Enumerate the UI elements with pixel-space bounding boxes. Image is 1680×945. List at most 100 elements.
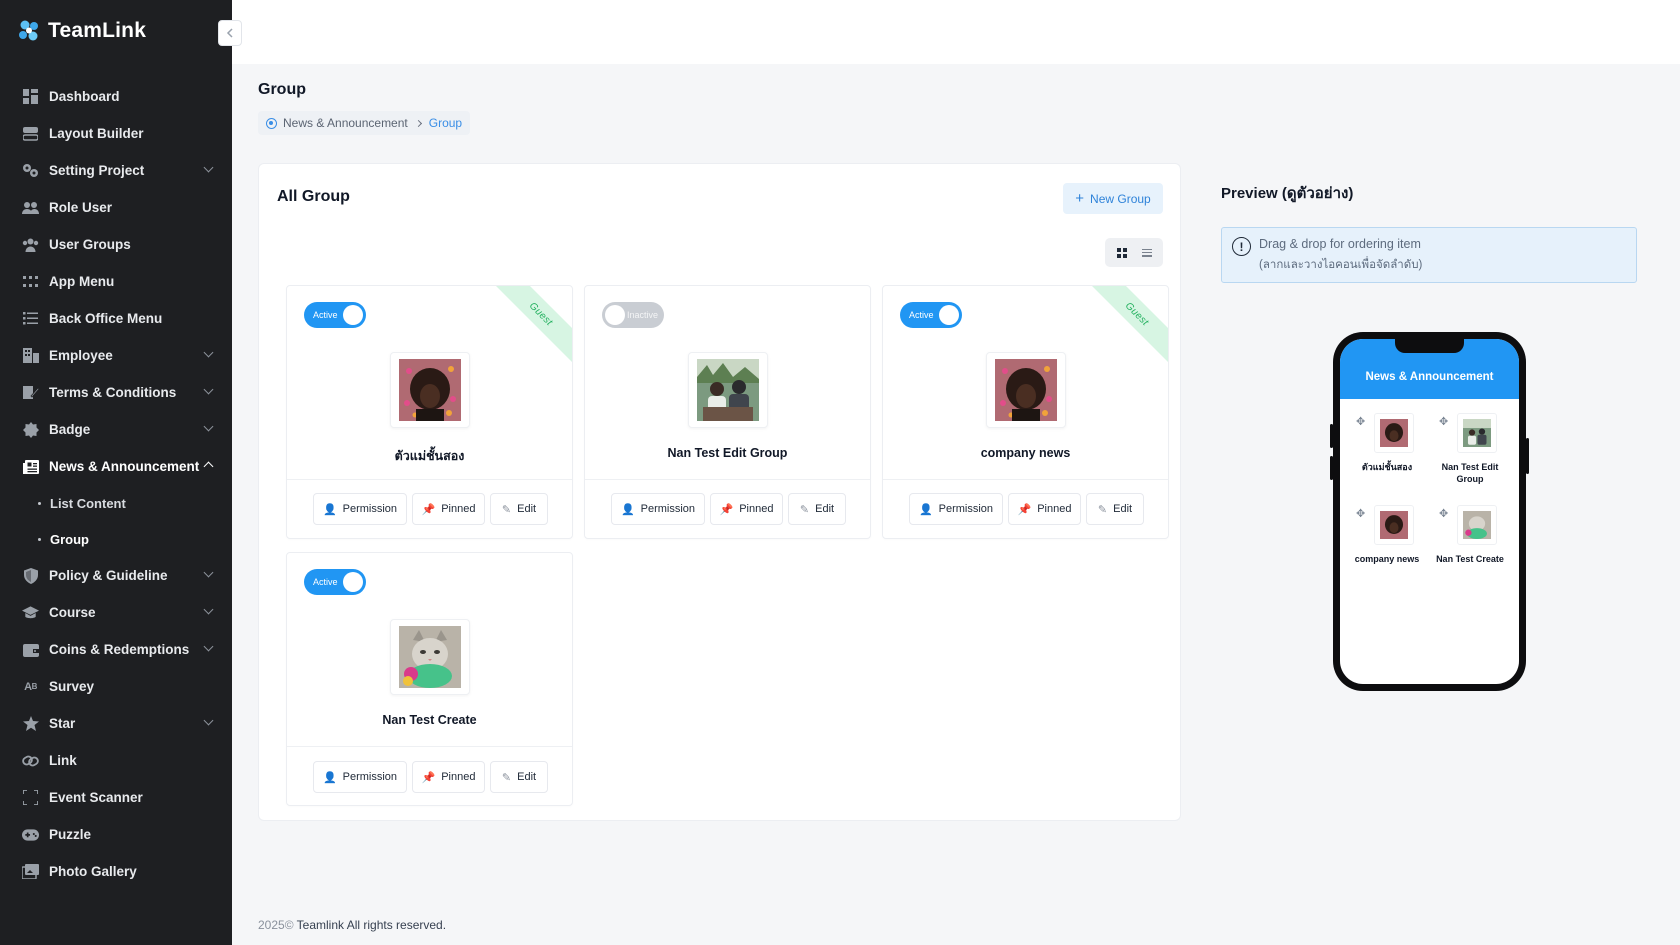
sidebar-item-label: Employee (49, 348, 113, 363)
sidebar-item-link[interactable]: Link (0, 742, 232, 779)
drag-handle-icon[interactable]: ✥ (1356, 415, 1365, 428)
sidebar-subitem-label: Group (50, 531, 89, 547)
new-group-button[interactable]: + New Group (1063, 183, 1163, 214)
pinned-button[interactable]: 📌 Pinned (1008, 493, 1081, 525)
sidebar-collapse-button[interactable] (218, 20, 242, 46)
portrait-image (995, 359, 1057, 421)
chevron-down-icon (203, 567, 214, 578)
sidebar-item-label: User Groups (49, 237, 131, 252)
newspaper-icon (22, 458, 39, 475)
group-name: company news (980, 446, 1071, 460)
bullet-icon (38, 537, 41, 541)
breadcrumb-home-icon (266, 117, 277, 129)
pin-icon: 📌 (1017, 503, 1032, 516)
sidebar-item-event-scanner[interactable]: Event Scanner (0, 779, 232, 816)
sidebar-item-badge[interactable]: Badge (0, 411, 232, 448)
sidebar-item-user-groups[interactable]: User Groups (0, 226, 232, 263)
group-card[interactable]: Active Guest company news 👤 Permission 📌 P… (882, 285, 1169, 539)
group-name: Nan Test Create (382, 713, 477, 727)
chevron-down-icon (203, 384, 214, 395)
divider (287, 746, 572, 747)
cat-image (1463, 511, 1491, 539)
pinned-button[interactable]: 📌 Pinned (710, 493, 783, 525)
view-toggle (1105, 238, 1163, 267)
phone-button (1330, 424, 1333, 448)
group-card[interactable]: Inactive Nan Test Edit Group 👤 Permission… (584, 285, 871, 539)
status-toggle[interactable]: Active (304, 569, 366, 595)
permission-button[interactable]: 👤 Permission (611, 493, 705, 525)
guest-ribbon: Guest (492, 286, 572, 366)
edit-label: Edit (1113, 503, 1133, 515)
bullet-icon (38, 501, 41, 505)
drag-handle-icon[interactable]: ✥ (1356, 507, 1365, 520)
edit-label: Edit (517, 503, 537, 515)
phone-button (1330, 456, 1333, 480)
footer: 2025© Teamlink All rights reserved. (258, 918, 446, 932)
sidebar-item-layout-builder[interactable]: Layout Builder (0, 115, 232, 152)
edit-button[interactable]: ✎ Edit (1086, 493, 1144, 525)
divider (287, 479, 572, 480)
drag-handle-icon[interactable]: ✥ (1439, 507, 1448, 520)
breadcrumb-item-news-announcement[interactable]: News & Announcement (283, 116, 408, 130)
sidebar-item-coins-redemptions[interactable]: Coins & Redemptions (0, 631, 232, 668)
group-image-frame (688, 352, 768, 428)
ribbon-label: Guest (492, 286, 572, 365)
sidebar-item-news-announcement[interactable]: News & Announcement (0, 448, 232, 485)
toggle-knob (343, 305, 363, 325)
sidebar-item-photo-gallery[interactable]: Photo Gallery (0, 853, 232, 890)
card-actions: 👤 Permission 📌 Pinned ✎ Edit (611, 493, 846, 525)
sidebar-item-app-menu[interactable]: App Menu (0, 263, 232, 300)
group-card[interactable]: Active Guest ตัวแม่ชั้นสอง 👤 Permission 📌… (286, 285, 573, 539)
pinned-label: Pinned (739, 503, 774, 515)
sidebar-item-label: Setting Project (49, 163, 145, 178)
pinned-button[interactable]: 📌 Pinned (412, 761, 485, 793)
status-toggle[interactable]: Active (304, 302, 366, 328)
sidebar-item-puzzle[interactable]: Puzzle (0, 816, 232, 853)
sidebar-item-label: Terms & Conditions (49, 385, 177, 400)
panel-title: All Group (277, 188, 350, 205)
drag-handle-icon[interactable]: ✥ (1439, 415, 1448, 428)
sidebar-item-label: Policy & Guideline (49, 568, 168, 583)
permission-button[interactable]: 👤 Permission (313, 493, 407, 525)
toggle-knob (343, 572, 363, 592)
footer-text: Teamlink All rights reserved. (296, 918, 447, 932)
phone-notch (1395, 339, 1464, 353)
sidebar-subitem-list-content[interactable]: List Content (0, 485, 232, 521)
edit-button[interactable]: ✎ Edit (788, 493, 846, 525)
edit-button[interactable]: ✎ Edit (490, 493, 548, 525)
sidebar-item-label: Role User (49, 200, 113, 215)
sidebar-item-employee[interactable]: Employee (0, 337, 232, 374)
images-icon (22, 863, 39, 880)
sidebar-item-course[interactable]: Course (0, 594, 232, 631)
edit-button[interactable]: ✎ Edit (490, 761, 548, 793)
phone-screen: News & Announcement ✥ ตัวแม่ชั้นสอง ✥ Na… (1340, 339, 1519, 684)
status-toggle[interactable]: Active (900, 302, 962, 328)
hint-line-1: Drag & drop for ordering item (1259, 237, 1421, 251)
status-toggle[interactable]: Inactive (602, 302, 664, 328)
chevron-down-icon (203, 715, 214, 726)
permission-button[interactable]: 👤 Permission (909, 493, 1003, 525)
permission-button[interactable]: 👤 Permission (313, 761, 407, 793)
preview-thumb (1374, 413, 1414, 453)
graduation-cap-icon (22, 604, 39, 621)
edit-icon: ✎ (501, 771, 512, 784)
sidebar-item-label: Course (49, 605, 96, 620)
sidebar-item-back-office-menu[interactable]: Back Office Menu (0, 300, 232, 337)
gamepad-icon (22, 826, 39, 843)
sidebar-item-survey[interactable]: AB Survey (0, 668, 232, 705)
group-card[interactable]: Active Nan Test Create 👤 Permission 📌 Pinn… (286, 552, 573, 806)
sidebar-item-dashboard[interactable]: Dashboard (0, 78, 232, 115)
sidebar-item-terms-conditions[interactable]: Terms & Conditions (0, 374, 232, 411)
grid-view-icon[interactable] (1116, 247, 1127, 258)
sidebar-item-label: News & Announcement (49, 459, 200, 474)
sidebar-item-label: Back Office Menu (49, 311, 163, 326)
sidebar-item-setting-project[interactable]: Setting Project (0, 152, 232, 189)
teamlink-logo[interactable]: TeamLink (16, 18, 146, 44)
sidebar-item-policy-guideline[interactable]: Policy & Guideline (0, 557, 232, 594)
sidebar-item-star[interactable]: Star (0, 705, 232, 742)
list-view-icon[interactable] (1141, 248, 1152, 257)
permission-label: Permission (342, 503, 398, 515)
sidebar-item-role-user[interactable]: Role User (0, 189, 232, 226)
pinned-button[interactable]: 📌 Pinned (412, 493, 485, 525)
sidebar-subitem-group[interactable]: Group (0, 521, 232, 557)
